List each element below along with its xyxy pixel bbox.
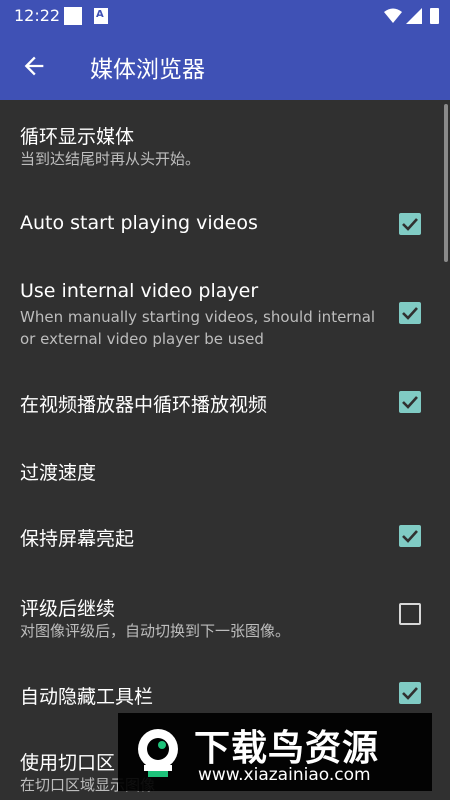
notification-a-glyph: A xyxy=(96,9,104,20)
signal-icon xyxy=(406,8,422,24)
battery-icon xyxy=(430,8,439,24)
bird-logo-icon xyxy=(138,729,178,777)
check-icon xyxy=(402,530,418,543)
watermark-banner: 下载鸟资源 www.xiazainiao.com xyxy=(118,713,432,791)
checkbox-checked[interactable] xyxy=(399,682,421,704)
check-icon xyxy=(402,307,418,320)
setting-internal-player[interactable]: Use internal video player When manually … xyxy=(0,258,450,364)
arrow-left-icon[interactable] xyxy=(20,52,48,80)
setting-continue-after-rating[interactable]: 评级后继续 对图像评级后，自动切换到下一张图像。 xyxy=(0,570,450,658)
setting-title: Use internal video player xyxy=(20,280,259,302)
notification-icon xyxy=(64,7,82,25)
setting-title: 使用切口区 xyxy=(20,752,116,774)
checkbox-checked[interactable] xyxy=(399,213,421,235)
setting-transition-speed[interactable]: 过渡速度 xyxy=(0,434,450,500)
setting-title: 自动隐藏工具栏 xyxy=(20,686,154,708)
checkbox-unchecked[interactable] xyxy=(399,603,421,625)
setting-title: Auto start playing videos xyxy=(20,212,258,234)
setting-autoplay-videos[interactable]: Auto start playing videos xyxy=(0,192,450,258)
setting-title: 保持屏幕亮起 xyxy=(20,528,135,550)
setting-title: 评级后继续 xyxy=(20,598,116,620)
setting-keep-screen-on[interactable]: 保持屏幕亮起 xyxy=(0,500,450,570)
setting-loop-videos[interactable]: 在视频播放器中循环播放视频 xyxy=(0,364,450,434)
settings-list: 循环显示媒体 当到达结尾时再从头开始。 Auto start playing v… xyxy=(0,100,450,800)
setting-title: 过渡速度 xyxy=(20,462,97,484)
status-time: 12:22 xyxy=(14,6,61,25)
page-title: 媒体浏览器 xyxy=(90,57,205,83)
setting-title: 在视频播放器中循环播放视频 xyxy=(20,394,268,416)
watermark-url: www.xiazainiao.com xyxy=(198,765,371,785)
app-bar: 媒体浏览器 xyxy=(0,32,450,100)
setting-summary: 对图像评级后，自动切换到下一张图像。 xyxy=(20,622,291,640)
status-bar: 12:22 A xyxy=(0,0,450,32)
setting-title: 循环显示媒体 xyxy=(20,126,135,148)
wifi-icon xyxy=(384,8,402,23)
check-icon xyxy=(402,218,418,231)
notification-a-icon: A xyxy=(94,8,108,24)
scrollbar[interactable] xyxy=(444,104,448,262)
setting-summary: 当到达结尾时再从头开始。 xyxy=(20,150,201,168)
check-icon xyxy=(402,687,418,700)
watermark-title: 下载鸟资源 xyxy=(194,728,380,769)
checkbox-checked[interactable] xyxy=(399,525,421,547)
setting-summary: When manually starting videos, should in… xyxy=(20,308,376,348)
setting-loop-media[interactable]: 循环显示媒体 当到达结尾时再从头开始。 xyxy=(0,100,450,192)
check-icon xyxy=(402,396,418,409)
checkbox-checked[interactable] xyxy=(399,391,421,413)
checkbox-checked[interactable] xyxy=(399,302,421,324)
